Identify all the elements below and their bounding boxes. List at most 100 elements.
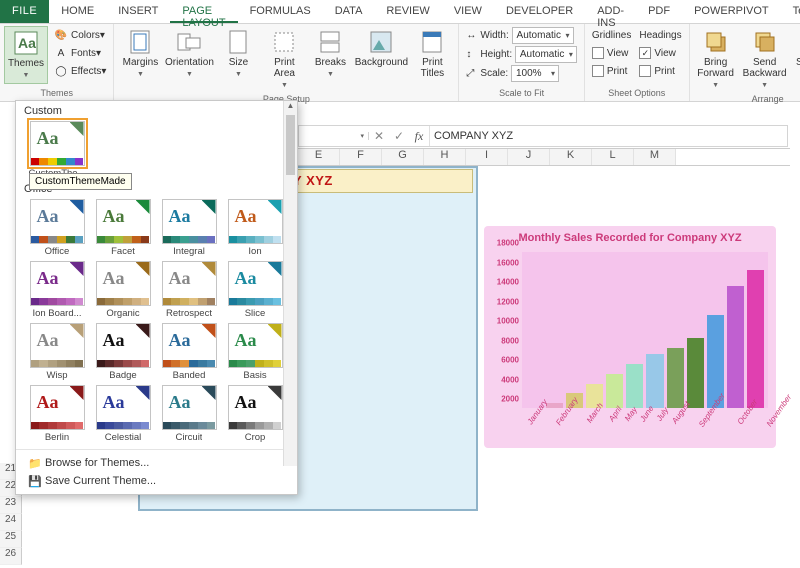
y-tick-label: 16000 [497,258,519,267]
print-area-icon [270,28,298,56]
tab-developer[interactable]: DEVELOPER [494,0,585,23]
theme-custom[interactable]: Aa CustomThe... [26,121,88,179]
theme-berlin[interactable]: AaBerlin [26,385,88,443]
scale-icon: ⤢ [466,68,480,79]
breaks-button[interactable]: Breaks▼ [308,26,352,82]
formula-input[interactable]: COMPANY XYZ [430,130,787,142]
browse-themes-button[interactable]: 📁Browse for Themes... [24,454,289,472]
theme-celestial[interactable]: AaCelestial [92,385,154,443]
size-button[interactable]: Size▼ [216,26,260,82]
effects-button[interactable]: ◯Effects ▾ [50,62,109,80]
group-scale: ↔Width: Automatic ↕Height: Automatic ⤢Sc… [459,24,584,101]
theme-office[interactable]: AaOffice [26,199,88,257]
scale-field[interactable]: 100% [511,65,559,82]
name-box[interactable]: ▾ [299,132,369,140]
row-header[interactable]: 24 [0,514,22,531]
group-title-arrange: Arrange [694,93,800,105]
group-themes: Aa Themes▼ 🎨Colors ▾ AFonts ▾ ◯Effects ▾… [0,24,114,101]
margins-button[interactable]: Margins▼ [118,26,162,82]
y-tick-label: 12000 [497,297,519,306]
theme-label: Berlin [45,432,69,443]
tab-file[interactable]: FILE [0,0,49,23]
bar [747,270,764,408]
orientation-button[interactable]: Orientation▼ [164,26,214,82]
folder-icon: 📁 [27,457,43,470]
theme-basis[interactable]: AaBasis [224,323,286,381]
bar [727,286,744,408]
column-header[interactable]: I [466,149,508,165]
theme-ion[interactable]: AaIon [224,199,286,257]
theme-label: Banded [173,370,206,381]
column-header[interactable]: F [340,149,382,165]
cancel-icon[interactable]: ✕ [369,129,389,143]
theme-retrospect[interactable]: AaRetrospect [158,261,220,319]
tab-review[interactable]: REVIEW [374,0,441,23]
cell-area[interactable]: NY XYZ Monthly Sales Recorded for Compan… [298,166,790,568]
theme-label: Wisp [46,370,67,381]
themes-button[interactable]: Aa Themes▼ [4,26,48,84]
tab-addins[interactable]: ADD-INS [585,0,636,23]
print-area-button[interactable]: Print Area▼ [262,26,306,93]
theme-facet[interactable]: AaFacet [92,199,154,257]
column-header[interactable]: J [508,149,550,165]
theme-organic[interactable]: AaOrganic [92,261,154,319]
print-titles-button[interactable]: Print Titles [410,26,454,81]
column-header[interactable]: M [634,149,676,165]
tab-page-layout[interactable]: PAGE LAYOUT [170,0,237,23]
column-header[interactable]: K [550,149,592,165]
row-header[interactable]: 26 [0,548,22,565]
scrollbar[interactable]: ▲ [283,101,297,466]
bar [626,364,643,408]
column-headers: EFGHIJKLM [298,148,790,166]
column-header[interactable]: H [424,149,466,165]
y-tick-label: 8000 [501,336,519,345]
tab-formulas[interactable]: FORMULAS [238,0,323,23]
theme-circuit[interactable]: AaCircuit [158,385,220,443]
margins-icon [126,28,154,56]
tab-home[interactable]: HOME [49,0,106,23]
group-sheet-options: Gridlines View Print Headings View Print… [585,24,690,101]
tab-powerpivot[interactable]: POWERPIVOT [682,0,781,23]
chart[interactable]: Monthly Sales Recorded for Company XYZ 2… [484,226,776,448]
theme-banded[interactable]: AaBanded [158,323,220,381]
scroll-up-icon[interactable]: ▲ [284,101,297,115]
column-header[interactable]: L [592,149,634,165]
row-header[interactable]: 25 [0,531,22,548]
enter-icon[interactable]: ✓ [389,129,409,143]
width-field[interactable]: Automatic [512,27,574,44]
tab-team[interactable]: Team [781,0,800,23]
headings-print-check[interactable]: Print [636,62,684,80]
svg-text:Aa: Aa [18,35,36,51]
colors-button[interactable]: 🎨Colors ▾ [50,26,109,44]
send-backward-button[interactable]: Send Backward ▼ [740,26,790,93]
y-tick-label: 2000 [501,395,519,404]
column-header[interactable]: G [382,149,424,165]
theme-badge[interactable]: AaBadge [92,323,154,381]
theme-crop[interactable]: AaCrop [224,385,286,443]
tab-data[interactable]: DATA [323,0,375,23]
gridlines-view-check[interactable]: View [589,44,634,62]
headings-label: Headings [636,26,684,44]
bring-forward-button[interactable]: Bring Forward ▼ [694,26,738,93]
theme-ionboard[interactable]: AaIon Board... [26,261,88,319]
selection-pane-button[interactable]: Selection Pane [792,26,800,81]
ribbon-tabs: FILE HOME INSERT PAGE LAYOUT FORMULAS DA… [0,0,800,24]
row-header[interactable]: 23 [0,497,22,514]
column-header[interactable]: E [298,149,340,165]
save-theme-button[interactable]: 💾Save Current Theme... [24,472,289,490]
fonts-button[interactable]: AFonts ▾ [50,44,109,62]
theme-slice[interactable]: AaSlice [224,261,286,319]
tab-view[interactable]: VIEW [442,0,494,23]
gridlines-print-check[interactable]: Print [589,62,634,80]
y-tick-label: 14000 [497,278,519,287]
theme-wisp[interactable]: AaWisp [26,323,88,381]
scroll-thumb[interactable] [286,115,295,175]
theme-integral[interactable]: AaIntegral [158,199,220,257]
headings-view-check[interactable]: View [636,44,684,62]
tab-insert[interactable]: INSERT [106,0,170,23]
size-icon [224,28,252,56]
height-field[interactable]: Automatic [515,46,577,63]
background-button[interactable]: Background [354,26,408,70]
tab-pdf[interactable]: PDF [636,0,682,23]
fx-icon[interactable]: fx [409,129,429,144]
